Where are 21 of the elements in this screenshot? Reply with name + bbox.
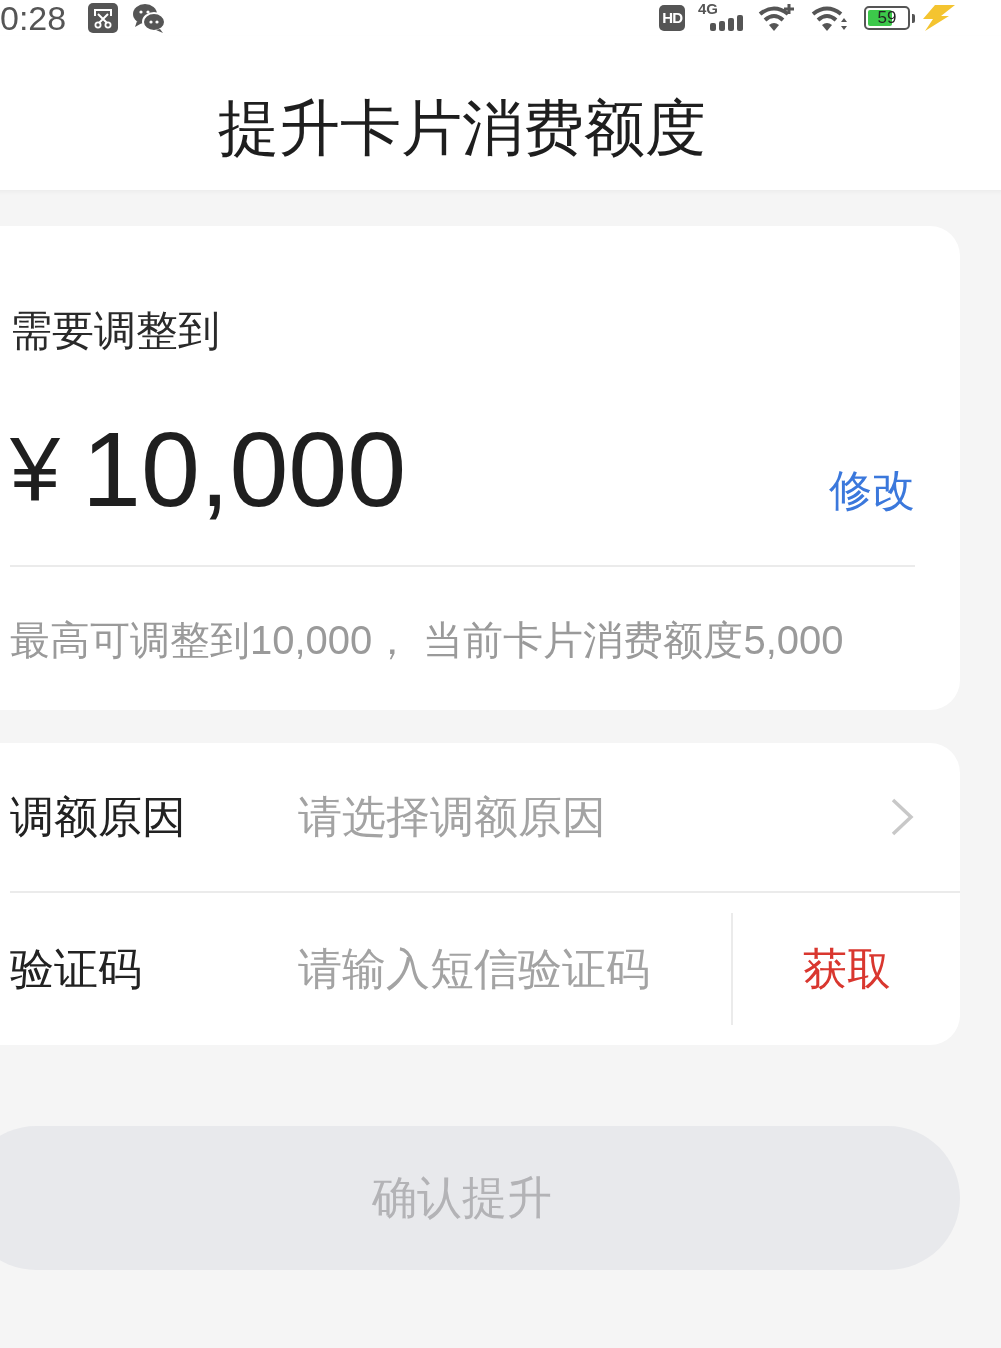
- field-label: 验证码: [10, 943, 143, 995]
- wifi-plus-icon: [758, 4, 794, 32]
- signal-icon: [710, 13, 744, 31]
- get-code-button[interactable]: 获取: [731, 913, 960, 1025]
- chat-bubbles-icon: [132, 3, 167, 33]
- reason-select[interactable]: 请选择调额原因: [298, 790, 915, 844]
- page-title: 提升卡片消费额度: [218, 93, 706, 164]
- amount-label: 需要调整到: [10, 306, 221, 356]
- currency-symbol: ¥: [10, 423, 61, 514]
- limit-hint: 最高可调整到10,000， 当前卡片消费额度5,000: [10, 617, 845, 664]
- status-time: 0:28: [0, 0, 67, 36]
- lightning-icon: [921, 5, 955, 31]
- hd-badge: HD: [659, 5, 685, 31]
- edit-link[interactable]: 修改: [829, 464, 915, 515]
- scissors-icon: [88, 3, 119, 33]
- chevron-right-icon: [889, 797, 915, 837]
- wifi-icon: [811, 4, 847, 32]
- network-type: 4G: [698, 1, 718, 17]
- field-label: 调额原因: [10, 791, 187, 843]
- code-input[interactable]: 请输入短信验证码: [298, 939, 731, 999]
- amount-value: 10,000: [82, 415, 407, 522]
